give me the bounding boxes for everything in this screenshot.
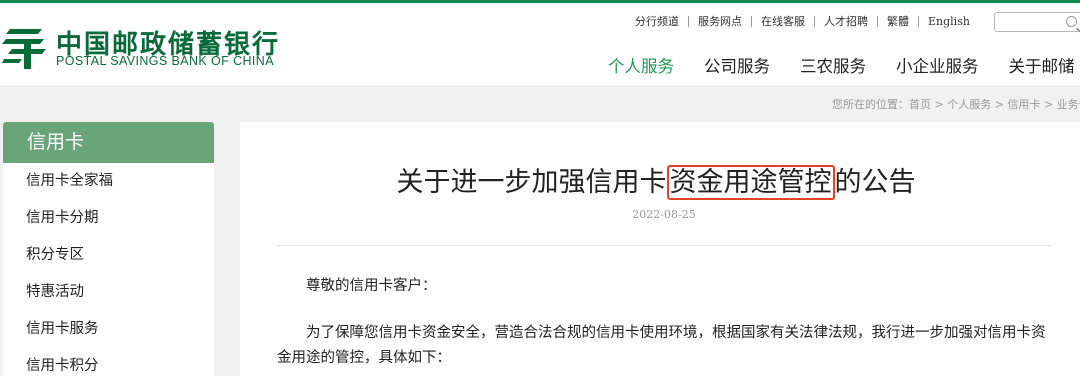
search-icon[interactable]	[1066, 16, 1077, 27]
top-link-online-service[interactable]: 在线客服	[752, 13, 814, 29]
search-box	[994, 12, 1080, 34]
breadcrumb-separator: >	[991, 98, 1008, 111]
article-body: 尊敬的信用卡客户： 为了保障您信用卡资金安全，营造合法合规的信用卡使用环境，根据…	[277, 274, 1057, 371]
divider	[277, 245, 1051, 246]
search-input[interactable]	[999, 16, 1069, 34]
article-paragraph: 为了保障您信用卡资金安全，营造合法合规的信用卡使用环境，根据国家有关法律法规，我…	[277, 325, 1046, 366]
title-highlight: 资金用途管控	[666, 165, 835, 201]
article-title: 关于进一步加强信用卡 资金用途管控 的公告	[240, 160, 1072, 201]
title-text-after: 的公告	[834, 167, 916, 198]
logo-english-name: POSTAL SAVINGS BANK OF CHINA	[56, 54, 274, 68]
nav-small-business-services[interactable]: 小企业服务	[896, 53, 979, 77]
breadcrumb: 您所在的位置：首页 > 个人服务 > 信用卡 > 业务公告	[832, 96, 1080, 112]
sidebar-item-installments[interactable]: 信用卡分期	[3, 200, 214, 237]
article-panel: 关于进一步加强信用卡 资金用途管控 的公告 2022-08-25 尊敬的信用卡客户：…	[240, 122, 1080, 376]
article-date: 2022-08-25	[632, 208, 696, 221]
sidebar-item-card-services[interactable]: 信用卡服务	[3, 311, 214, 348]
breadcrumb-separator: >	[1040, 98, 1057, 111]
sidebar: 信用卡 信用卡全家福 信用卡分期 积分专区 特惠活动 信用卡服务 信用卡积分	[3, 122, 214, 376]
top-link-careers[interactable]: 人才招聘	[815, 13, 877, 29]
top-link-traditional[interactable]: 繁體	[878, 13, 918, 29]
bank-logo[interactable]: 中国邮政储蓄银行 POSTAL SAVINGS BANK OF CHINA	[2, 23, 292, 73]
top-link-branch[interactable]: 分行频道	[626, 13, 688, 29]
article-greeting: 尊敬的信用卡客户：	[306, 278, 437, 294]
sidebar-item-promotions[interactable]: 特惠活动	[3, 274, 214, 311]
breadcrumb-credit-card[interactable]: 信用卡	[1007, 98, 1040, 111]
nav-rural-services[interactable]: 三农服务	[800, 53, 866, 77]
breadcrumb-announcements[interactable]: 业务公告	[1057, 98, 1080, 111]
site-header: 中国邮政储蓄银行 POSTAL SAVINGS BANK OF CHINA 分行…	[0, 0, 1080, 85]
sidebar-item-card-points[interactable]: 信用卡积分	[3, 348, 214, 376]
nav-about-psbc[interactable]: 关于邮储	[1009, 53, 1075, 77]
sidebar-title: 信用卡	[3, 122, 214, 163]
top-links: 分行频道 服务网点 在线客服 人才招聘 繁體 English	[626, 13, 979, 29]
psbc-emblem-icon	[2, 29, 46, 69]
breadcrumb-personal-services[interactable]: 个人服务	[947, 98, 991, 111]
breadcrumb-separator: >	[931, 98, 948, 111]
title-text-before: 关于进一步加强信用卡	[396, 167, 667, 198]
sidebar-item-family-cards[interactable]: 信用卡全家福	[3, 163, 214, 200]
nav-personal-services[interactable]: 个人服务	[608, 53, 674, 77]
sidebar-item-points-zone[interactable]: 积分专区	[3, 237, 214, 274]
top-link-english[interactable]: English	[919, 15, 979, 28]
breadcrumb-home[interactable]: 首页	[909, 98, 931, 111]
main-nav: 个人服务 公司服务 三农服务 小企业服务 关于邮储	[608, 53, 1080, 77]
top-link-outlets[interactable]: 服务网点	[689, 13, 751, 29]
breadcrumb-prefix: 您所在的位置：	[832, 98, 909, 111]
nav-corporate-services[interactable]: 公司服务	[704, 53, 770, 77]
